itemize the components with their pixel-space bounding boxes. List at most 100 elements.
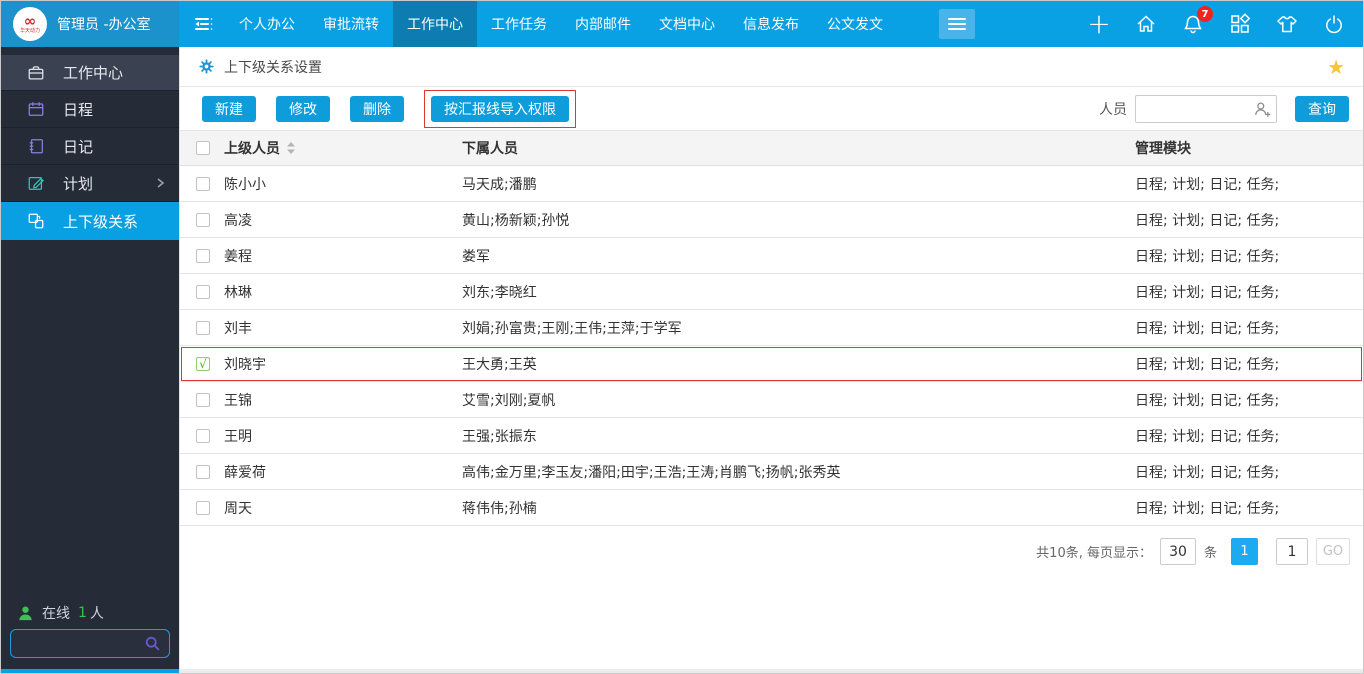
sidebar: 工作中心 日程 日记 计划 上下级关系 在线 1 人 bbox=[1, 47, 179, 673]
current-page-button[interactable]: 1 bbox=[1231, 538, 1258, 565]
row-checkbox[interactable] bbox=[196, 320, 210, 335]
toolbar-search-group: 人员 查询 bbox=[1099, 94, 1349, 123]
row-checkbox[interactable] bbox=[196, 212, 210, 227]
pagination-total-label: 共10条, 每页显示： bbox=[1036, 546, 1152, 561]
user-label: 管理员 -办公室 bbox=[57, 17, 151, 33]
sidebar-item-schedule[interactable]: 日程 bbox=[1, 91, 179, 128]
chevron-right-icon bbox=[155, 177, 165, 189]
select-all-checkbox[interactable] bbox=[196, 141, 210, 155]
notebook-icon bbox=[27, 137, 45, 155]
app-logo: ∞ 华天动力 bbox=[13, 7, 47, 41]
table-row[interactable]: 姜程 娄军 日程; 计划; 日记; 任务; bbox=[180, 238, 1363, 274]
sidebar-search-box bbox=[10, 629, 170, 658]
table-header: 上级人员 下属人员 管理模块 bbox=[180, 131, 1363, 166]
subordinates-names: 黄山;杨新颖;孙悦 bbox=[462, 212, 570, 229]
main-content: 上下级关系设置 ★ 新建 修改 删除 按汇报线导入权限 人员 查询 上级人员 下… bbox=[179, 47, 1363, 673]
row-checkbox[interactable] bbox=[196, 428, 210, 443]
sidebar-search-input[interactable] bbox=[11, 636, 144, 651]
online-status: 在线 1 人 bbox=[17, 603, 104, 623]
superior-name: 刘晓宇 bbox=[224, 356, 266, 373]
row-checkbox[interactable]: √ bbox=[196, 356, 210, 371]
tab-internal-mail[interactable]: 内部邮件 bbox=[561, 1, 645, 47]
import-by-report-line-button[interactable]: 按汇报线导入权限 bbox=[431, 95, 569, 122]
collapse-menu-icon[interactable] bbox=[179, 1, 225, 47]
sidebar-item-diary[interactable]: 日记 bbox=[1, 128, 179, 165]
table-row[interactable]: 林琳 刘东;李晓红 日程; 计划; 日记; 任务; bbox=[180, 274, 1363, 310]
superior-name: 王锦 bbox=[224, 392, 252, 409]
query-button[interactable]: 查询 bbox=[1295, 95, 1349, 122]
sort-icon[interactable] bbox=[286, 141, 296, 155]
row-checkbox[interactable] bbox=[196, 500, 210, 515]
app-window: ∞ 华天动力 管理员 -办公室 个人办公 审批流转 工作中心 工作任务 内部邮件… bbox=[0, 0, 1364, 674]
edit-button[interactable]: 修改 bbox=[276, 95, 330, 122]
tab-document-center[interactable]: 文档中心 bbox=[645, 1, 729, 47]
tab-personal-office[interactable]: 个人办公 bbox=[225, 1, 309, 47]
favorite-star-icon[interactable]: ★ bbox=[1327, 57, 1345, 77]
managed-modules: 日程; 计划; 日记; 任务; bbox=[1135, 392, 1280, 409]
tab-info-release[interactable]: 信息发布 bbox=[729, 1, 813, 47]
go-button[interactable]: GO bbox=[1316, 538, 1350, 565]
page-size-input[interactable] bbox=[1159, 538, 1196, 565]
managed-modules: 日程; 计划; 日记; 任务; bbox=[1135, 356, 1280, 373]
table-row[interactable]: 王锦 艾雪;刘刚;夏帆 日程; 计划; 日记; 任务; bbox=[180, 382, 1363, 418]
relationship-icon bbox=[27, 212, 45, 230]
subordinates-names: 刘娟;孙富贵;王刚;王伟;王萍;于学军 bbox=[462, 320, 682, 337]
sidebar-item-label: 上下级关系 bbox=[63, 212, 139, 231]
managed-modules: 日程; 计划; 日记; 任务; bbox=[1135, 284, 1280, 301]
managed-modules: 日程; 计划; 日记; 任务; bbox=[1135, 212, 1280, 229]
topbar: ∞ 华天动力 管理员 -办公室 个人办公 审批流转 工作中心 工作任务 内部邮件… bbox=[1, 1, 1363, 47]
gear-icon bbox=[199, 59, 214, 74]
goto-page-input[interactable] bbox=[1276, 538, 1308, 565]
tab-work-tasks[interactable]: 工作任务 bbox=[477, 1, 561, 47]
shirt-icon[interactable] bbox=[1274, 11, 1300, 37]
subordinates-names: 蒋伟伟;孙楠 bbox=[462, 500, 537, 517]
annotation-red-box: 按汇报线导入权限 bbox=[424, 89, 576, 128]
pagination-unit-label: 条 bbox=[1203, 546, 1217, 561]
pagination: 共10条, 每页显示： 条 1 GO bbox=[180, 526, 1363, 565]
delete-button[interactable]: 删除 bbox=[350, 95, 404, 122]
table-row[interactable]: √ 刘晓宇 王大勇;王英 日程; 计划; 日记; 任务; bbox=[180, 346, 1363, 382]
sidebar-item-label: 日程 bbox=[63, 100, 94, 119]
online-label: 在线 bbox=[42, 606, 70, 622]
header-subordinates: 下属人员 bbox=[462, 141, 518, 157]
sidebar-item-plan[interactable]: 计划 bbox=[1, 165, 179, 202]
table-row[interactable]: 陈小小 马天成;潘鹏 日程; 计划; 日记; 任务; bbox=[180, 166, 1363, 202]
subordinates-names: 王大勇;王英 bbox=[462, 356, 537, 373]
tab-official-document[interactable]: 公文发文 bbox=[813, 1, 897, 47]
superior-name: 高凌 bbox=[224, 212, 252, 229]
row-checkbox[interactable] bbox=[196, 392, 210, 407]
edit-plan-icon bbox=[27, 174, 45, 192]
bottom-strip bbox=[180, 669, 1363, 673]
new-button[interactable]: 新建 bbox=[202, 95, 256, 122]
row-checkbox[interactable] bbox=[196, 248, 210, 263]
more-menu-icon[interactable] bbox=[939, 9, 975, 39]
table-row[interactable]: 高凌 黄山;杨新颖;孙悦 日程; 计划; 日记; 任务; bbox=[180, 202, 1363, 238]
superior-name: 王明 bbox=[224, 428, 252, 445]
header-modules: 管理模块 bbox=[1135, 141, 1191, 157]
tab-work-center[interactable]: 工作中心 bbox=[393, 1, 477, 47]
table-row[interactable]: 薛爱荷 高伟;金万里;李玉友;潘阳;田宇;王浩;王涛;肖鹏飞;扬帆;张秀英 日程… bbox=[180, 454, 1363, 490]
table-body: 陈小小 马天成;潘鹏 日程; 计划; 日记; 任务; 高凌 黄山;杨新颖;孙悦 … bbox=[180, 166, 1363, 526]
table-row[interactable]: 王明 王强;张振东 日程; 计划; 日记; 任务; bbox=[180, 418, 1363, 454]
managed-modules: 日程; 计划; 日记; 任务; bbox=[1135, 176, 1280, 193]
search-icon[interactable] bbox=[144, 635, 161, 652]
table-row[interactable]: 刘丰 刘娟;孙富贵;王刚;王伟;王萍;于学军 日程; 计划; 日记; 任务; bbox=[180, 310, 1363, 346]
topbar-icons: + 7 bbox=[1086, 1, 1347, 47]
person-add-icon[interactable] bbox=[1252, 99, 1272, 119]
subordinates-names: 刘东;李晓红 bbox=[462, 284, 537, 301]
apps-grid-icon[interactable] bbox=[1227, 11, 1253, 37]
home-icon[interactable] bbox=[1133, 11, 1159, 37]
tab-approval-flow[interactable]: 审批流转 bbox=[309, 1, 393, 47]
sidebar-item-work-center[interactable]: 工作中心 bbox=[1, 55, 179, 91]
add-icon[interactable]: + bbox=[1086, 10, 1112, 38]
power-logout-icon[interactable] bbox=[1321, 11, 1347, 37]
superior-name: 林琳 bbox=[224, 284, 252, 301]
logo-subtext: 华天动力 bbox=[19, 28, 40, 34]
row-checkbox[interactable] bbox=[196, 464, 210, 479]
row-checkbox[interactable] bbox=[196, 176, 210, 191]
notifications-bell-icon[interactable]: 7 bbox=[1180, 6, 1213, 37]
subordinates-names: 艾雪;刘刚;夏帆 bbox=[462, 392, 556, 409]
row-checkbox[interactable] bbox=[196, 284, 210, 299]
sidebar-item-superior-subordinate[interactable]: 上下级关系 bbox=[1, 202, 179, 240]
table-row[interactable]: 周天 蒋伟伟;孙楠 日程; 计划; 日记; 任务; bbox=[180, 490, 1363, 526]
